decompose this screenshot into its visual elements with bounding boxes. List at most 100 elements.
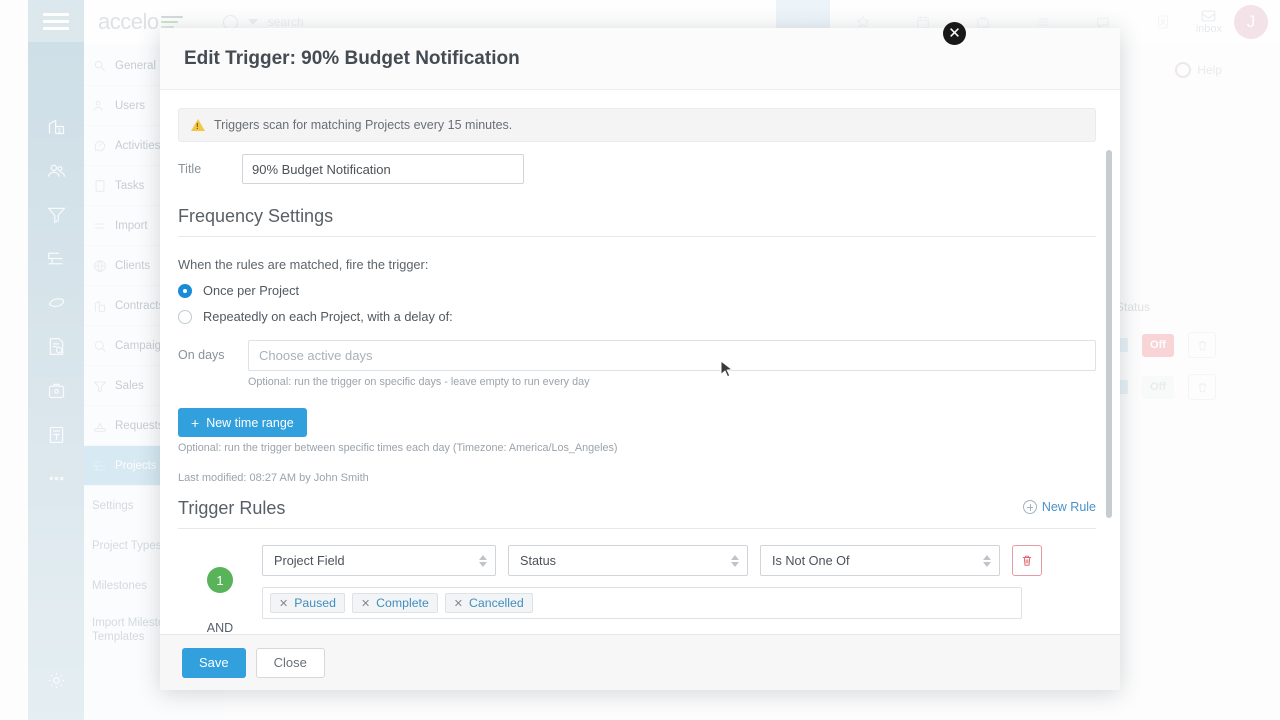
app-logo: accelo <box>98 9 159 34</box>
remove-tag-icon[interactable]: ✕ <box>454 597 463 610</box>
rule-values-field[interactable]: ✕ Paused ✕ Complete ✕ Cancelled <box>262 587 1022 619</box>
globe-icon <box>92 258 108 274</box>
page-title: Edit Trigger: 90% Budget Notification <box>184 47 520 69</box>
funnel-icon[interactable] <box>28 192 84 236</box>
status-badge[interactable]: Off <box>1142 375 1174 399</box>
rule-operator-select[interactable]: Is Not One Of <box>760 545 1000 576</box>
sidebar-item-label: Activities <box>115 139 161 152</box>
more-icon[interactable] <box>28 456 84 500</box>
frequency-settings-heading: Frequency Settings <box>178 206 1096 237</box>
search-placeholder: search <box>267 15 304 29</box>
import-icon <box>92 218 108 234</box>
sidebar-item-label: Contracts <box>115 299 165 312</box>
radio-icon[interactable] <box>178 309 192 324</box>
chevron-down-icon <box>247 19 258 25</box>
edit-trigger-modal: Edit Trigger: 90% Budget Notification Tr… <box>160 28 1120 690</box>
selected-value: Project Field <box>274 553 345 568</box>
trash-icon[interactable] <box>1188 332 1216 358</box>
rule-row: 1 AND Project Field Status Is Not One Of… <box>178 545 1096 634</box>
briefcase-icon[interactable] <box>28 368 84 412</box>
active-days-input[interactable] <box>248 340 1096 371</box>
sidebar-item-label: Import <box>115 219 148 232</box>
rule-select-row: Project Field Status Is Not One Of <box>262 545 1096 576</box>
value-tag[interactable]: ✕ Cancelled <box>444 593 533 613</box>
rule-number-badge: 1 <box>207 567 233 593</box>
info-banner-text: Triggers scan for matching Projects ever… <box>214 118 513 132</box>
new-time-range-button[interactable]: + New time range <box>178 408 307 437</box>
on-days-hint: Optional: run the trigger on specific da… <box>248 376 590 388</box>
radio-icon-selected[interactable] <box>178 283 192 298</box>
sidebar-item-label: Users <box>115 99 146 112</box>
new-time-range-label: New time range <box>206 415 294 430</box>
rule-body: Project Field Status Is Not One Of ✕ Pau… <box>262 545 1096 634</box>
time-range-hint: Optional: run the trigger between specif… <box>178 442 618 454</box>
tag-icon[interactable] <box>28 280 84 324</box>
close-icon[interactable]: ✕ <box>943 22 966 45</box>
company-icon[interactable] <box>28 104 84 148</box>
trash-icon <box>1022 555 1032 566</box>
section-heading-text: Trigger Rules <box>178 498 286 518</box>
contract-icon <box>92 298 108 314</box>
rule-conjunction: AND <box>206 621 234 634</box>
chevron-updown-icon <box>731 554 739 567</box>
value-tag-label: Complete <box>376 596 429 610</box>
plus-icon: + <box>191 414 200 431</box>
sidebar-item-label: General <box>115 59 156 72</box>
search-user-icon <box>92 58 108 74</box>
value-tag[interactable]: ✕ Paused <box>270 593 345 613</box>
rule-field-select[interactable]: Status <box>508 545 748 576</box>
selected-value: Is Not One Of <box>772 553 850 568</box>
remove-tag-icon[interactable]: ✕ <box>361 597 370 610</box>
delete-rule-button[interactable] <box>1012 545 1042 576</box>
section-heading-text: Frequency Settings <box>178 206 334 226</box>
plus-circle-icon <box>1022 500 1037 514</box>
task-icon <box>92 178 108 194</box>
avatar[interactable]: J <box>1234 5 1268 39</box>
on-days-label: On days <box>178 348 225 362</box>
remove-tag-icon[interactable]: ✕ <box>279 597 288 610</box>
title-label: Title <box>178 162 202 176</box>
menu-icon <box>43 9 69 34</box>
menu-toggle[interactable] <box>28 0 84 42</box>
on-days-row: On days <box>178 340 1096 371</box>
close-button[interactable]: Close <box>255 647 325 678</box>
sidebar-item-label: Requests <box>115 419 164 432</box>
modal-header: Edit Trigger: 90% Budget Notification <box>160 28 1120 90</box>
users-icon <box>92 98 108 114</box>
value-tag[interactable]: ✕ Complete <box>351 593 438 613</box>
status-badge[interactable]: Off <box>1142 333 1174 357</box>
radio-once-per-project[interactable]: Once per Project <box>178 283 1096 298</box>
help-gear-icon <box>1175 62 1192 78</box>
save-button[interactable]: Save <box>182 647 246 678</box>
trigger-rules-heading: Trigger Rules New Rule <box>178 498 1096 529</box>
frequency-question: When the rules are matched, fire the tri… <box>178 257 429 272</box>
campaign-icon <box>92 338 108 354</box>
invoice-icon[interactable] <box>28 412 84 456</box>
activity-icon <box>92 138 108 154</box>
title-input[interactable] <box>242 154 524 184</box>
help-link[interactable]: Help <box>1175 62 1222 78</box>
sidebar-item-label: Tasks <box>115 179 145 192</box>
radio-label: Repeatedly on each Project, with a delay… <box>203 309 453 324</box>
modal-footer: Save Close <box>160 634 1120 690</box>
sidebar-item-label: Clients <box>115 259 151 272</box>
trash-icon[interactable] <box>1188 374 1216 400</box>
project-icon[interactable] <box>28 236 84 280</box>
contact-icon[interactable] <box>1136 0 1190 44</box>
last-modified: Last modified: 08:27 AM by John Smith <box>178 472 369 484</box>
new-rule-label: New Rule <box>1041 500 1096 514</box>
inbox-button[interactable]: inbox <box>1196 9 1222 35</box>
new-rule-button[interactable]: New Rule <box>1022 500 1096 514</box>
icon-rail <box>28 0 84 720</box>
value-tag-label: Paused <box>294 596 336 610</box>
gear-icon[interactable] <box>28 658 84 702</box>
rule-field-type-select[interactable]: Project Field <box>262 545 496 576</box>
value-tag-label: Cancelled <box>469 596 524 610</box>
projects-icon <box>92 458 108 474</box>
report-icon[interactable] <box>28 324 84 368</box>
people-icon[interactable] <box>28 148 84 192</box>
scrollbar-thumb[interactable] <box>1106 150 1112 518</box>
sales-icon <box>92 378 108 394</box>
radio-repeatedly[interactable]: Repeatedly on each Project, with a delay… <box>178 309 1096 324</box>
chevron-updown-icon <box>479 554 487 567</box>
